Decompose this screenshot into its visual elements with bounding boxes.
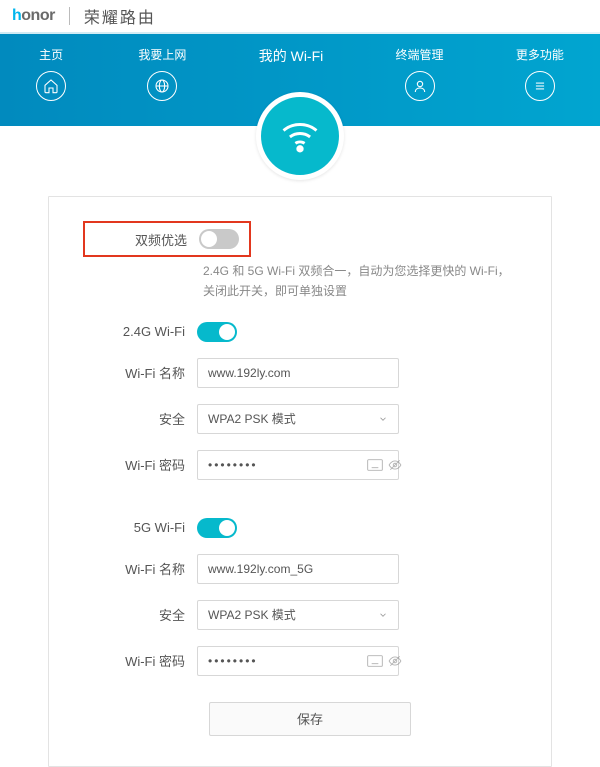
home-icon	[36, 71, 66, 101]
globe-icon	[147, 71, 177, 101]
settings-card: 双频优选 2.4G 和 5G Wi-Fi 双频合一，自动为您选择更快的 Wi-F…	[48, 196, 552, 767]
dual-band-label: 双频优选	[91, 230, 199, 249]
band5-password-row: Wi-Fi 密码	[83, 646, 517, 676]
content-area: 双频优选 2.4G 和 5G Wi-Fi 双频合一，自动为您选择更快的 Wi-F…	[0, 196, 600, 767]
band24-security-select[interactable]: WPA2 PSK 模式	[197, 404, 399, 434]
nav-item-home[interactable]: 主页	[36, 46, 66, 101]
save-button[interactable]: 保存	[209, 702, 411, 736]
band5-name-input[interactable]	[197, 554, 399, 584]
dual-band-highlight: 双频优选	[83, 221, 251, 257]
band24-password-wrap	[197, 450, 399, 480]
band5-toggle[interactable]	[197, 518, 237, 538]
header-divider	[69, 7, 70, 25]
band24-toggle[interactable]	[197, 322, 237, 342]
eye-off-icon[interactable]	[387, 654, 403, 668]
band5-name-label: Wi-Fi 名称	[83, 559, 197, 578]
dual-band-toggle[interactable]	[199, 229, 239, 249]
header-bar: honor 荣耀路由	[0, 0, 600, 32]
band24-name-input[interactable]	[197, 358, 399, 388]
nav-label: 主页	[39, 46, 63, 63]
nav-label: 更多功能	[516, 46, 564, 63]
band5-security-value: WPA2 PSK 模式	[208, 606, 296, 623]
dual-band-description: 2.4G 和 5G Wi-Fi 双频合一，自动为您选择更快的 Wi-Fi，关闭此…	[203, 261, 517, 302]
chevron-down-icon	[378, 610, 388, 620]
band24-security-value: WPA2 PSK 模式	[208, 410, 296, 427]
band24-name-row: Wi-Fi 名称	[83, 358, 517, 388]
user-icon	[405, 71, 435, 101]
wifi-hero-icon	[256, 92, 344, 180]
nav-item-wifi[interactable]: 我的 Wi-Fi	[259, 46, 324, 74]
band24-security-label: 安全	[83, 409, 197, 428]
band5-title: 5G Wi-Fi	[83, 520, 197, 535]
band24-enable-row: 2.4G Wi-Fi	[83, 322, 517, 342]
logo-honor: honor	[12, 7, 55, 25]
band5-security-select[interactable]: WPA2 PSK 模式	[197, 600, 399, 630]
nav-label: 我的 Wi-Fi	[259, 46, 324, 66]
band24-name-label: Wi-Fi 名称	[83, 363, 197, 382]
band24-title: 2.4G Wi-Fi	[83, 324, 197, 339]
nav-label: 我要上网	[138, 46, 186, 63]
keyboard-icon[interactable]	[367, 458, 383, 472]
eye-off-icon[interactable]	[387, 458, 403, 472]
band5-enable-row: 5G Wi-Fi	[83, 518, 517, 538]
band5-security-label: 安全	[83, 605, 197, 624]
band5-security-row: 安全 WPA2 PSK 模式	[83, 600, 517, 630]
band5-password-label: Wi-Fi 密码	[83, 651, 197, 670]
nav-item-internet[interactable]: 我要上网	[138, 46, 186, 101]
keyboard-icon[interactable]	[367, 654, 383, 668]
band24-password-input[interactable]	[208, 458, 363, 472]
band5-name-row: Wi-Fi 名称	[83, 554, 517, 584]
band24-password-row: Wi-Fi 密码	[83, 450, 517, 480]
band24-security-row: 安全 WPA2 PSK 模式	[83, 404, 517, 434]
dual-band-row: 双频优选	[83, 221, 517, 257]
nav-label: 终端管理	[396, 46, 444, 63]
band5-password-input[interactable]	[208, 654, 363, 668]
band5-password-wrap	[197, 646, 399, 676]
main-nav: 主页 我要上网 我的 Wi-Fi 终端管理 更多功能	[0, 34, 600, 126]
brand-text: 荣耀路由	[84, 4, 156, 28]
chevron-down-icon	[378, 414, 388, 424]
menu-icon	[525, 71, 555, 101]
nav-item-more[interactable]: 更多功能	[516, 46, 564, 101]
band24-password-label: Wi-Fi 密码	[83, 455, 197, 474]
nav-item-clients[interactable]: 终端管理	[396, 46, 444, 101]
